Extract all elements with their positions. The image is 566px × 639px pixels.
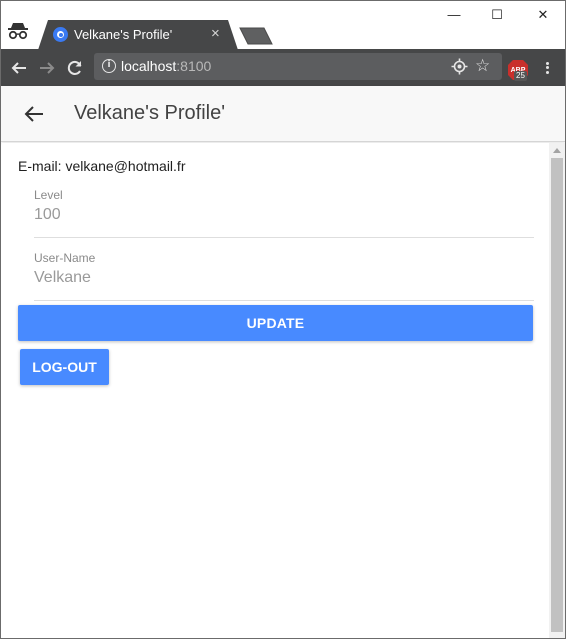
- back-icon[interactable]: [9, 58, 29, 78]
- level-field: Level: [34, 188, 534, 238]
- minimize-button[interactable]: —: [444, 7, 464, 23]
- window-close-button[interactable]: ✕: [533, 7, 553, 23]
- app-header: Velkane's Profile': [1, 86, 565, 142]
- maximize-button[interactable]: ☐: [487, 7, 507, 23]
- menu-icon[interactable]: [544, 60, 550, 76]
- url-text: localhost:8100: [121, 58, 212, 74]
- level-label: Level: [34, 188, 63, 202]
- username-field: User-Name: [34, 251, 534, 301]
- username-input[interactable]: [34, 269, 534, 287]
- scroll-thumb[interactable]: [551, 158, 563, 632]
- favicon-icon: [53, 27, 68, 42]
- tab-velkane-profile[interactable]: Velkane's Profile' ×: [38, 20, 238, 50]
- tab-strip: Velkane's Profile' × — ☐ ✕: [1, 1, 565, 50]
- forward-icon[interactable]: [37, 58, 57, 78]
- reload-icon[interactable]: [65, 58, 85, 78]
- update-button[interactable]: UPDATE: [18, 305, 533, 341]
- incognito-icon: [8, 23, 28, 40]
- new-tab-button[interactable]: [239, 27, 273, 45]
- info-icon[interactable]: i: [102, 59, 116, 73]
- username-label: User-Name: [34, 251, 96, 265]
- profile-content: E-mail: velkane@hotmail.fr Level User-Na…: [2, 143, 549, 638]
- back-arrow-icon[interactable]: [23, 103, 45, 125]
- location-icon[interactable]: [451, 58, 468, 75]
- extension-badge: 25: [514, 71, 527, 81]
- browser-window: Velkane's Profile' × — ☐ ✕ i localhost:8…: [0, 0, 566, 639]
- scroll-up-arrow-icon[interactable]: [553, 148, 561, 153]
- tab-title: Velkane's Profile': [74, 27, 173, 42]
- scrollbar[interactable]: [549, 143, 565, 638]
- level-input[interactable]: [34, 206, 534, 224]
- address-bar[interactable]: i localhost:8100 ☆: [94, 53, 502, 80]
- page-title: Velkane's Profile': [74, 102, 226, 124]
- email-text: E-mail: velkane@hotmail.fr: [18, 158, 186, 174]
- star-icon[interactable]: ☆: [475, 56, 490, 76]
- tab-close-icon[interactable]: ×: [211, 26, 220, 41]
- logout-button[interactable]: LOG-OUT: [20, 349, 109, 385]
